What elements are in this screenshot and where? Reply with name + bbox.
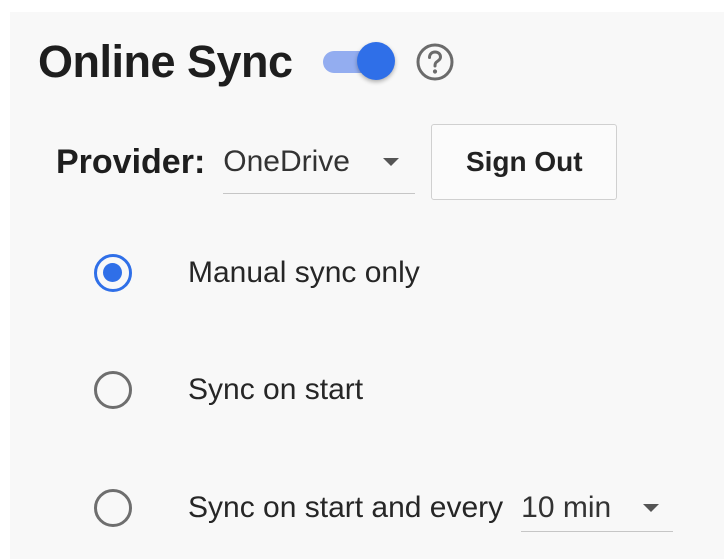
radio-manual-sync[interactable] (94, 254, 132, 292)
provider-select[interactable]: OneDrive (223, 130, 416, 194)
radio-sync-on-start[interactable] (94, 371, 132, 409)
interval-select[interactable]: 10 min (521, 484, 674, 532)
option-label-sync-on-start: Sync on start (188, 373, 364, 406)
provider-label: Provider: (56, 142, 206, 181)
page-title: Online Sync (38, 36, 293, 87)
provider-row: Provider: OneDrive Sign Out (56, 124, 618, 200)
header-row: Online Sync (38, 34, 455, 90)
chevron-down-icon (383, 158, 400, 166)
help-circle-icon[interactable] (415, 42, 455, 82)
option-manual-sync[interactable]: Manual sync only (94, 248, 420, 298)
option-label-manual-sync: Manual sync only (188, 256, 420, 289)
sync-toggle[interactable] (321, 40, 395, 84)
option-sync-on-start[interactable]: Sync on start (94, 365, 363, 415)
online-sync-panel: Online Sync Provider: OneDrive Sign Out … (10, 12, 724, 559)
radio-sync-interval[interactable] (94, 489, 132, 527)
interval-select-value: 10 min (521, 490, 612, 524)
provider-select-value: OneDrive (223, 144, 350, 178)
sign-out-button[interactable]: Sign Out (431, 124, 618, 200)
option-sync-interval[interactable]: Sync on start and every 10 min (94, 483, 674, 533)
chevron-down-icon (643, 504, 660, 512)
toggle-knob (356, 42, 395, 80)
option-label-sync-interval: Sync on start and every (188, 491, 504, 524)
